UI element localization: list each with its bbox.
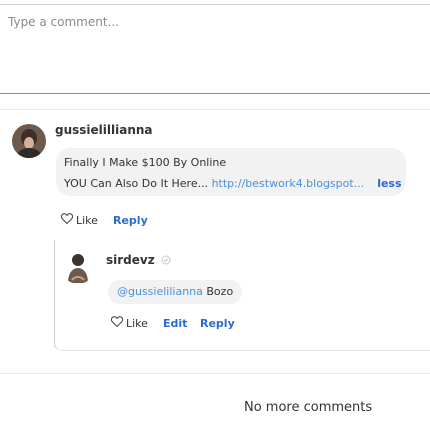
- avatar[interactable]: [62, 252, 94, 284]
- tick-icon: [161, 250, 171, 269]
- no-more-comments: No more comments: [244, 400, 373, 415]
- comment-text-line2: YOU Can Also Do It Here... http://bestwo…: [64, 173, 402, 194]
- less-link[interactable]: less: [377, 177, 401, 190]
- like-button[interactable]: Like: [60, 213, 98, 227]
- comment-link[interactable]: http://bestwork4.blogspot...: [212, 177, 365, 190]
- heart-outline-icon: [60, 213, 74, 227]
- reply-button[interactable]: Reply: [113, 214, 148, 227]
- reply-bubble: @gussielilianna Bozo: [108, 280, 243, 304]
- comment-author[interactable]: gussielillianna: [55, 123, 153, 137]
- comment-input[interactable]: [8, 15, 418, 75]
- divider: [0, 373, 430, 374]
- like-button[interactable]: Like: [110, 316, 148, 330]
- comment-text-prefix: YOU Can Also Do It Here...: [64, 177, 212, 190]
- reply-author[interactable]: sirdevz: [106, 253, 155, 267]
- reply-author-row: sirdevz: [106, 250, 171, 269]
- avatar[interactable]: [12, 124, 46, 158]
- mention-link[interactable]: @gussielilianna: [117, 285, 203, 298]
- comment-bubble: Finally I Make $100 By Online YOU Can Al…: [56, 148, 406, 196]
- edit-button[interactable]: Edit: [163, 317, 187, 330]
- reply-button[interactable]: Reply: [200, 317, 235, 330]
- reply-text: Bozo: [202, 285, 234, 298]
- comment-box[interactable]: [0, 4, 430, 94]
- heart-outline-icon: [110, 316, 124, 330]
- comment-text-line1: Finally I Make $100 By Online: [64, 156, 227, 169]
- divider: [0, 109, 430, 110]
